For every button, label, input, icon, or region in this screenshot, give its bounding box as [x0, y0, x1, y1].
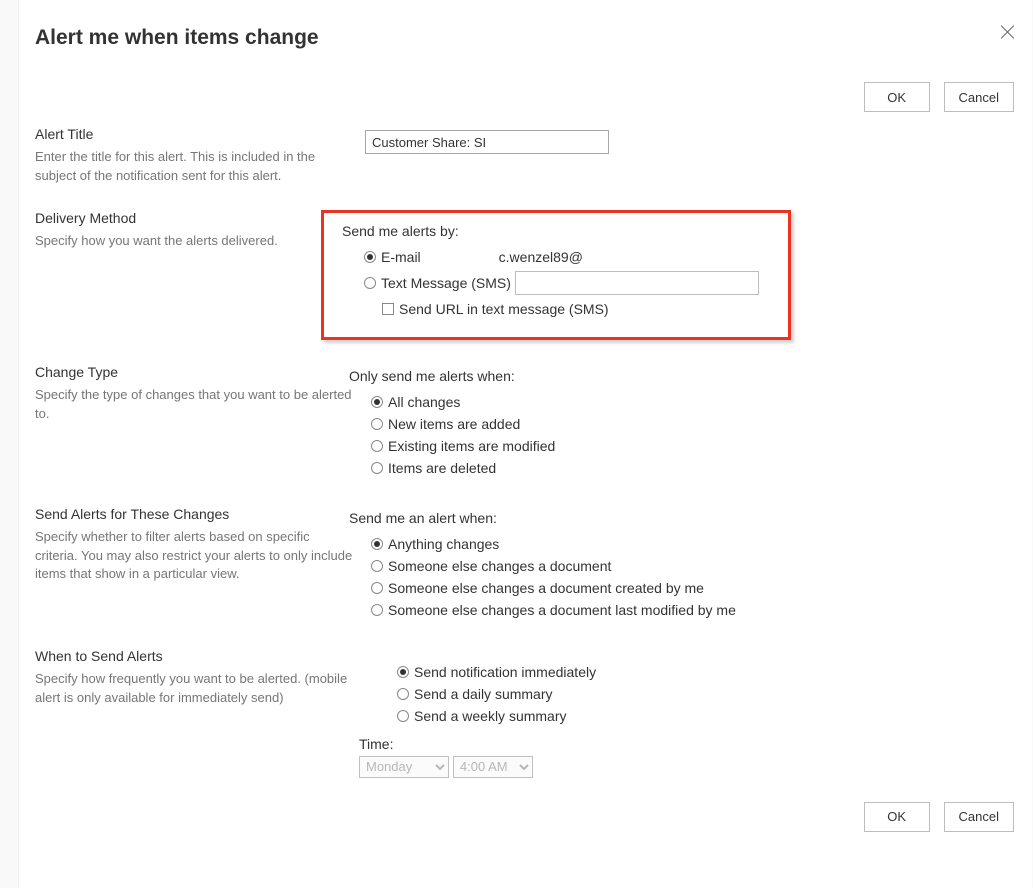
alert-title-desc: Enter the title for this alert. This is …	[35, 148, 353, 186]
section-when: When to Send Alerts Specify how frequent…	[35, 648, 1016, 778]
radio-email[interactable]	[364, 251, 376, 263]
radio-items-deleted-label: Items are deleted	[388, 460, 496, 476]
radio-someone-changes-created[interactable]	[371, 582, 383, 594]
radio-row-items-deleted: Items are deleted	[371, 460, 1016, 476]
top-button-row: OK Cancel	[35, 82, 1016, 112]
radio-row-email: E-mail c.wenzel89@	[364, 249, 770, 265]
radio-weekly[interactable]	[397, 710, 409, 722]
when-desc: Specify how frequently you want to be al…	[35, 670, 353, 708]
cancel-button-top[interactable]: Cancel	[944, 82, 1014, 112]
alert-dialog: Alert me when items change OK Cancel Ale…	[18, 0, 1032, 888]
radio-row-someone-changes: Someone else changes a document	[371, 558, 1016, 574]
email-value: c.wenzel89@	[499, 249, 583, 265]
dialog-title: Alert me when items change	[35, 26, 1016, 50]
radio-sms[interactable]	[364, 277, 376, 289]
day-select[interactable]: Monday	[359, 756, 449, 778]
radio-all-changes[interactable]	[371, 396, 383, 408]
radio-row-new-items: New items are added	[371, 416, 1016, 432]
radio-weekly-label: Send a weekly summary	[414, 708, 567, 724]
radio-row-weekly: Send a weekly summary	[397, 708, 1016, 724]
radio-items-deleted[interactable]	[371, 462, 383, 474]
alert-title-input[interactable]	[365, 130, 609, 154]
change-type-heading: Change Type	[35, 364, 353, 380]
radio-anything-changes[interactable]	[371, 538, 383, 550]
delivery-heading: Delivery Method	[35, 210, 353, 226]
radio-someone-changes-label: Someone else changes a document	[388, 558, 611, 574]
ok-button-top[interactable]: OK	[864, 82, 930, 112]
radio-immediately-label: Send notification immediately	[414, 664, 596, 680]
radio-row-existing-modified: Existing items are modified	[371, 438, 1016, 454]
section-delivery-method: Delivery Method Specify how you want the…	[35, 210, 1016, 340]
radio-row-anything-changes: Anything changes	[371, 536, 1016, 552]
checkbox-sms-url-label: Send URL in text message (SMS)	[399, 301, 609, 317]
sms-phone-input[interactable]	[515, 271, 759, 295]
radio-someone-changes-created-label: Someone else changes a document created …	[388, 580, 704, 596]
radio-someone-changes-modified[interactable]	[371, 604, 383, 616]
delivery-highlight-box: Send me alerts by: E-mail c.wenzel89@ Te…	[321, 210, 791, 340]
when-heading: When to Send Alerts	[35, 648, 353, 664]
radio-sms-label: Text Message (SMS)	[381, 275, 511, 291]
change-type-desc: Specify the type of changes that you wan…	[35, 386, 353, 424]
radio-new-items[interactable]	[371, 418, 383, 430]
radio-all-changes-label: All changes	[388, 394, 460, 410]
ok-button-bottom[interactable]: OK	[864, 802, 930, 832]
background-gutter	[0, 0, 18, 888]
checkbox-sms-url[interactable]	[382, 303, 394, 315]
radio-row-sms: Text Message (SMS)	[364, 271, 770, 295]
section-filter: Send Alerts for These Changes Specify wh…	[35, 506, 1016, 624]
time-label: Time:	[359, 736, 1016, 752]
radio-immediately[interactable]	[397, 666, 409, 678]
radio-existing-modified-label: Existing items are modified	[388, 438, 555, 454]
bottom-button-row: OK Cancel	[35, 802, 1016, 832]
radio-email-label: E-mail	[381, 249, 421, 265]
hour-select[interactable]: 4:00 AM	[453, 756, 533, 778]
radio-daily[interactable]	[397, 688, 409, 700]
delivery-desc: Specify how you want the alerts delivere…	[35, 232, 353, 251]
radio-existing-modified[interactable]	[371, 440, 383, 452]
radio-daily-label: Send a daily summary	[414, 686, 553, 702]
section-change-type: Change Type Specify the type of changes …	[35, 364, 1016, 482]
radio-row-daily: Send a daily summary	[397, 686, 1016, 702]
delivery-group-label: Send me alerts by:	[342, 223, 770, 239]
filter-desc: Specify whether to filter alerts based o…	[35, 528, 353, 585]
radio-someone-changes-modified-label: Someone else changes a document last mod…	[388, 602, 736, 618]
radio-someone-changes[interactable]	[371, 560, 383, 572]
radio-anything-changes-label: Anything changes	[388, 536, 499, 552]
radio-row-someone-changes-created: Someone else changes a document created …	[371, 580, 1016, 596]
change-type-group-label: Only send me alerts when:	[349, 368, 1016, 384]
radio-row-someone-changes-modified: Someone else changes a document last mod…	[371, 602, 1016, 618]
radio-row-immediately: Send notification immediately	[397, 664, 1016, 680]
cancel-button-bottom[interactable]: Cancel	[944, 802, 1014, 832]
filter-group-label: Send me an alert when:	[349, 510, 1016, 526]
close-icon[interactable]	[1000, 24, 1016, 40]
filter-heading: Send Alerts for These Changes	[35, 506, 353, 522]
alert-title-heading: Alert Title	[35, 126, 353, 142]
radio-row-all-changes: All changes	[371, 394, 1016, 410]
check-row-sms-url: Send URL in text message (SMS)	[382, 301, 770, 317]
radio-new-items-label: New items are added	[388, 416, 520, 432]
section-alert-title: Alert Title Enter the title for this ale…	[35, 126, 1016, 186]
